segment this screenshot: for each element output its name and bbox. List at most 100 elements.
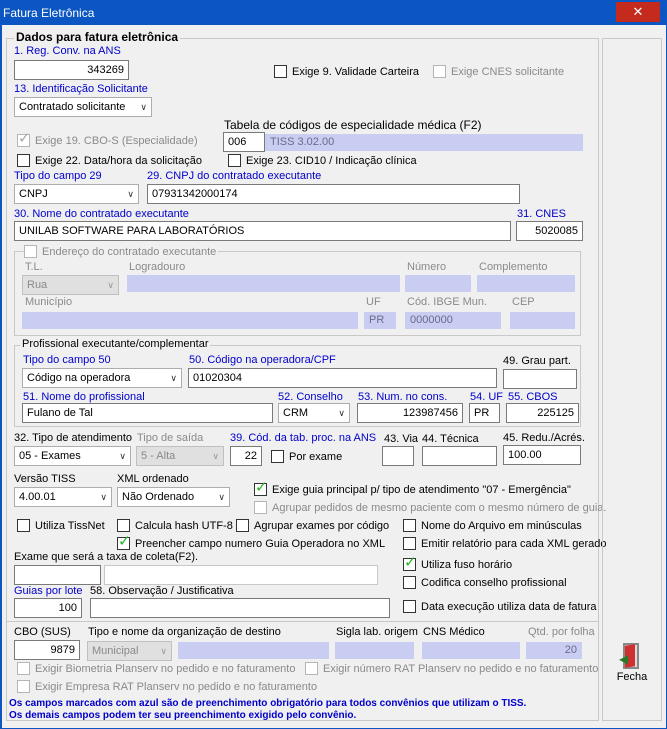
versao-select[interactable]: 4.00.01 ∨	[14, 487, 112, 507]
complemento-label: Complemento	[479, 261, 548, 273]
prof-label: Profissional executante/complementar	[20, 338, 211, 350]
exige19-checkbox[interactable]: ✓ Exige 19. CBO-S (Especialidade)	[17, 131, 198, 147]
divider	[6, 621, 599, 622]
ibge-label: Cód. IBGE Mun.	[407, 296, 488, 308]
cons52-select[interactable]: CRM ∨	[278, 403, 350, 423]
cnes31-input[interactable]: 5020085	[516, 221, 583, 241]
logradouro-input[interactable]	[127, 275, 400, 292]
tab39-label: 39. Cód. da tab. proc. na ANS	[230, 432, 377, 444]
exit-door-icon: ◀	[619, 643, 643, 669]
grau-label: 49. Grau part.	[503, 355, 571, 367]
via-input[interactable]	[382, 446, 414, 466]
section-title: Dados para fatura eletrônica	[14, 30, 181, 44]
nome30-label: 30. Nome do contratado executante	[14, 208, 189, 220]
xml-select[interactable]: Não Ordenado ∨	[117, 487, 230, 507]
tecnica-label: 44. Técnica	[422, 433, 479, 445]
title-bar: Fatura Eletrônica ✕	[1, 1, 667, 25]
sigla-input[interactable]	[335, 642, 414, 659]
logradouro-label: Logradouro	[129, 261, 186, 273]
tipo50-label: Tipo do campo 50	[23, 354, 111, 366]
ident-select[interactable]: Contratado solicitante ∨	[14, 97, 152, 117]
tl-label: T.L.	[25, 261, 43, 273]
tipo29-label: Tipo do campo 29	[14, 170, 102, 182]
org-name-input[interactable]	[178, 642, 329, 659]
guias-input[interactable]: 100	[14, 598, 82, 618]
reg-conv-label: 1. Reg. Conv. na ANS	[14, 45, 121, 57]
preencher-guia-checkbox[interactable]: ✓ Preencher campo numero Guia Operadora n…	[117, 534, 385, 550]
cep-input[interactable]	[510, 312, 575, 329]
tipo50-select[interactable]: Código na operadora ∨	[22, 368, 182, 388]
fuso-horario-checkbox[interactable]: ✓ Utiliza fuso horário	[403, 555, 512, 571]
qtd-label: Qtd. por folha	[528, 626, 595, 638]
nome30-input[interactable]: UNILAB SOFTWARE PARA LABORATÓRIOS	[14, 221, 511, 241]
uf-label: UF	[366, 296, 381, 308]
exige23-checkbox[interactable]: Exige 23. CID10 / Indicação clínica	[228, 154, 417, 167]
org-select[interactable]: Municipal ∨	[87, 641, 172, 661]
uf54-input[interactable]: PR	[469, 403, 500, 423]
exige-cnes-checkbox[interactable]: Exige CNES solicitante	[433, 65, 564, 78]
biometria-checkbox[interactable]: Exigir Biometria Planserv no pedido e no…	[17, 662, 295, 675]
exige9-checkbox[interactable]: Exige 9. Validade Carteira	[274, 65, 419, 78]
fecha-label: Fecha	[616, 671, 648, 683]
close-button[interactable]: ✕	[616, 2, 660, 22]
cnpj29-input[interactable]: 07931342000174	[147, 184, 520, 204]
nome51-input[interactable]: Fulano de Tal	[22, 403, 273, 423]
reg-conv-input[interactable]: 343269	[14, 60, 129, 80]
endereco-checkbox[interactable]: Endereço do contratado executante	[24, 245, 219, 258]
tissnet-checkbox[interactable]: Utiliza TissNet	[17, 519, 105, 532]
cbos55-input[interactable]: 225125	[506, 403, 579, 423]
tecnica-input[interactable]	[422, 446, 497, 466]
atend-select[interactable]: 05 - Exames ∨	[14, 446, 131, 466]
numero-input[interactable]	[405, 275, 471, 292]
ident-label: 13. Identificação Solicitante	[14, 83, 148, 95]
obs-input[interactable]	[90, 598, 390, 618]
cod50-input[interactable]: 01020304	[188, 368, 497, 388]
tabela-label: Tabela de códigos de especialidade médic…	[224, 118, 482, 132]
exige22-checkbox[interactable]: Exige 22. Data/hora da solicitação	[17, 154, 202, 167]
uf-input[interactable]: PR	[364, 312, 396, 329]
cns-input[interactable]	[422, 642, 520, 659]
cnpj29-label: 29. CNPJ do contratado executante	[147, 170, 322, 182]
cep-label: CEP	[512, 296, 535, 308]
empresa-rat-checkbox[interactable]: Exigir Empresa RAT Planserv no pedido e …	[17, 680, 317, 693]
qtd-input[interactable]: 20	[526, 642, 582, 659]
redu-label: 45. Redu./Acrés.	[503, 432, 585, 444]
redu-input[interactable]: 100.00	[503, 445, 581, 465]
grau-input[interactable]	[503, 369, 577, 389]
numero-label: Número	[407, 261, 447, 273]
cbos55-label: 55. CBOS	[508, 391, 558, 403]
emitir-relatorio-checkbox[interactable]: Emitir relatório para cada XML gerado	[403, 537, 606, 550]
data-execucao-checkbox[interactable]: Data execução utiliza data de fatura	[403, 600, 597, 613]
complemento-input[interactable]	[477, 275, 575, 292]
fecha-button[interactable]: ◀ Fecha	[607, 633, 657, 693]
nome51-label: 51. Nome do profissional	[23, 391, 145, 403]
guia-principal-checkbox[interactable]: ✓ Exige guia principal p/ tipo de atendim…	[254, 480, 571, 496]
por-exame-checkbox[interactable]: Por exame	[271, 450, 342, 463]
exame-taxa-code-input[interactable]	[14, 565, 101, 585]
atend-label: 32. Tipo de atendimento	[14, 432, 133, 444]
agrupar-pedidos-checkbox[interactable]: Agrupar pedidos de mesmo paciente com o …	[254, 501, 606, 514]
right-panel	[602, 38, 662, 721]
codifica-conselho-checkbox[interactable]: Codifica conselho profissional	[403, 576, 567, 589]
tabela-code-input[interactable]: 006	[223, 132, 265, 152]
tipo29-select[interactable]: CNPJ ∨	[14, 184, 139, 204]
rat-checkbox[interactable]: Exigir número RAT Planserv no pedido e n…	[305, 662, 598, 675]
tab39-input[interactable]: 22	[230, 446, 262, 466]
ibge-input[interactable]: 0000000	[405, 312, 501, 329]
agrupar-exames-checkbox[interactable]: Agrupar exames por código	[236, 519, 389, 532]
hash-checkbox[interactable]: Calcula hash UTF-8	[117, 519, 233, 532]
cbo-input[interactable]: 9879	[14, 640, 80, 660]
obs-label: 58. Observação / Justificativa	[90, 585, 234, 597]
num53-label: 53. Num. no cons.	[358, 391, 448, 403]
num53-input[interactable]: 123987456	[357, 403, 463, 423]
nome-arquivo-checkbox[interactable]: Nome do Arquivo em minúsculas	[403, 519, 582, 532]
footer-note-1: Os campos marcados com azul são de preen…	[9, 698, 527, 709]
tabela-desc: TISS 3.02.00	[265, 134, 583, 151]
municipio-label: Município	[25, 296, 73, 308]
municipio-input[interactable]	[22, 312, 358, 329]
versao-label: Versão TISS	[14, 473, 76, 485]
uf54-label: 54. UF	[470, 391, 504, 403]
saida-select[interactable]: 5 - Alta ∨	[136, 446, 224, 466]
tl-select[interactable]: Rua ∨	[22, 275, 119, 295]
exame-taxa-desc-input[interactable]	[104, 565, 378, 585]
